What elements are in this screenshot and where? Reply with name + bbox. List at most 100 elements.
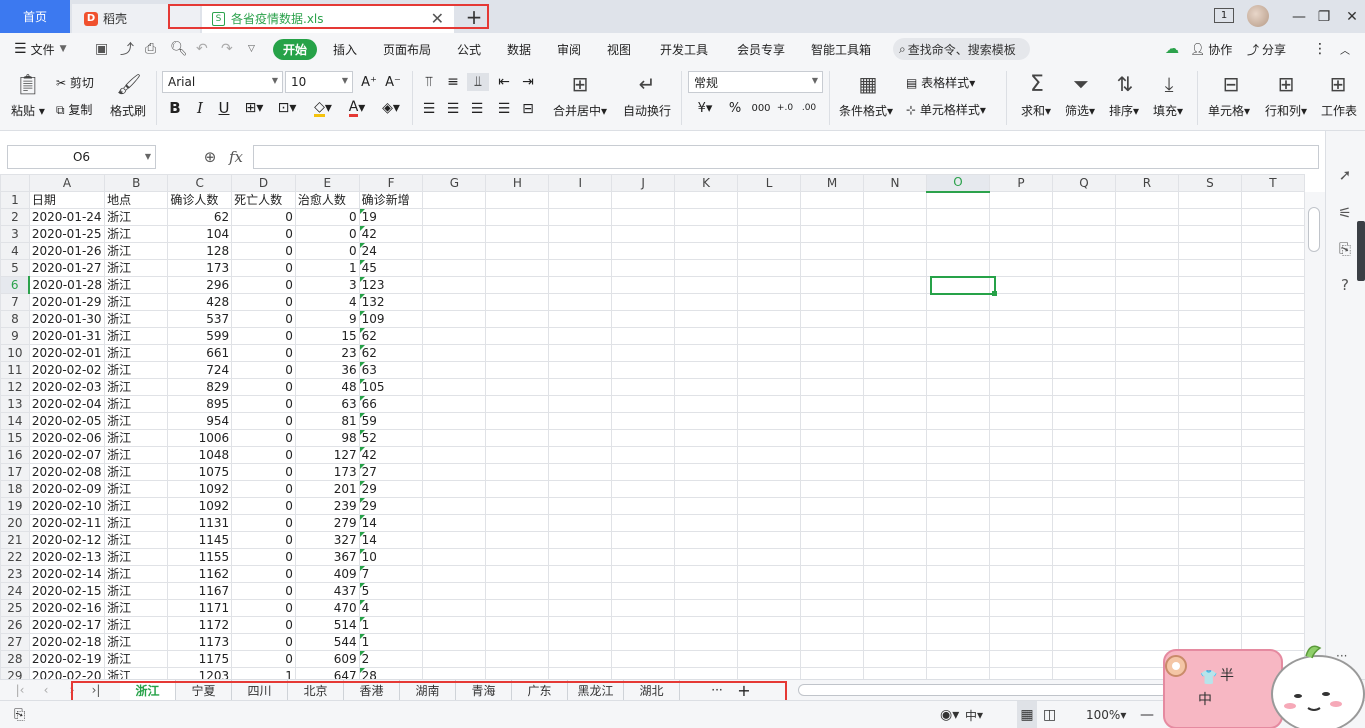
cell[interactable] (1240, 191, 1305, 209)
cell[interactable]: 132 (358, 293, 424, 311)
cell[interactable] (1114, 497, 1179, 515)
sheet-tab[interactable]: 广东 (512, 680, 568, 701)
horizontal-scrollbar[interactable] (798, 684, 1168, 696)
cell[interactable] (611, 208, 676, 226)
cell[interactable]: 日期 (28, 191, 106, 209)
cell[interactable]: 确诊新增 (358, 191, 424, 209)
cell[interactable] (1240, 599, 1305, 617)
cell[interactable]: 2020-02-06 (28, 429, 106, 447)
menu-view[interactable]: 视图 (607, 33, 631, 65)
cell[interactable] (674, 276, 739, 294)
close-tab-icon[interactable]: ✕ (431, 9, 444, 28)
cell[interactable] (863, 327, 928, 345)
cell[interactable]: 0 (231, 242, 296, 260)
cell[interactable] (1177, 599, 1242, 617)
cell[interactable] (485, 361, 550, 379)
cell[interactable]: 浙江 (104, 480, 169, 498)
cell[interactable] (674, 293, 739, 311)
cell[interactable] (800, 327, 865, 345)
cell[interactable] (485, 480, 550, 498)
cell[interactable]: 66 (358, 395, 424, 413)
cell[interactable] (1177, 497, 1242, 515)
cell[interactable] (1051, 582, 1116, 600)
cell[interactable]: 浙江 (104, 548, 169, 566)
cell[interactable] (1240, 565, 1305, 583)
cell[interactable] (926, 344, 990, 362)
cell[interactable] (422, 480, 487, 498)
cell[interactable] (1177, 276, 1242, 294)
collaborate-button[interactable]: 👤︎ 协作 (1190, 33, 1232, 65)
cell[interactable] (422, 565, 487, 583)
cell[interactable] (548, 412, 613, 430)
cell[interactable] (1051, 599, 1116, 617)
cell[interactable] (1051, 242, 1116, 260)
cell[interactable] (674, 412, 739, 430)
cell[interactable] (800, 378, 865, 396)
cell[interactable]: 59 (358, 412, 424, 430)
cell[interactable] (422, 208, 487, 226)
cell[interactable]: 2020-02-07 (28, 446, 106, 464)
cell[interactable] (485, 412, 550, 430)
cell[interactable] (863, 361, 928, 379)
cell[interactable]: 52 (358, 429, 424, 447)
cell[interactable] (989, 548, 1053, 566)
undo-icon[interactable]: ↶ (196, 33, 208, 65)
cell[interactable] (422, 446, 487, 464)
cell[interactable]: 62 (358, 344, 424, 362)
sum-button[interactable]: 求和▾ (1021, 102, 1051, 119)
cell[interactable] (1177, 650, 1242, 668)
cell[interactable] (485, 514, 550, 532)
cell[interactable] (863, 565, 928, 583)
close-window-button[interactable]: ✕ (1336, 0, 1365, 33)
cell[interactable] (1177, 191, 1242, 209)
cell[interactable] (800, 191, 865, 209)
cell[interactable]: 5 (358, 582, 424, 600)
cell[interactable] (611, 497, 676, 515)
cell[interactable] (548, 531, 613, 549)
cell[interactable]: 599 (167, 327, 233, 345)
cell[interactable]: 829 (167, 378, 233, 396)
cell[interactable] (926, 582, 990, 600)
cell[interactable] (1051, 310, 1116, 328)
cell[interactable]: 2020-02-11 (28, 514, 106, 532)
cell[interactable]: 0 (231, 480, 296, 498)
column-header-o[interactable]: O (926, 174, 990, 193)
cell[interactable]: 浙江 (104, 599, 169, 617)
cell[interactable] (548, 480, 613, 498)
cell[interactable]: 死亡人数 (231, 191, 296, 209)
merge-center-icon[interactable]: ⊞ (567, 71, 593, 97)
cell[interactable] (422, 259, 487, 277)
cell[interactable] (1240, 327, 1305, 345)
cell[interactable] (1114, 514, 1179, 532)
cell[interactable] (1114, 599, 1179, 617)
italic-icon[interactable]: I (190, 98, 210, 118)
formula-input[interactable] (253, 145, 1319, 169)
cell[interactable] (863, 412, 928, 430)
row-header[interactable]: 7 (0, 293, 30, 311)
row-header[interactable]: 15 (0, 429, 30, 447)
share-button[interactable]: ⤴ 分享 (1247, 33, 1286, 65)
align-bottom-icon[interactable]: ⫫ (467, 73, 489, 91)
cell[interactable] (674, 310, 739, 328)
cell[interactable]: 2020-02-16 (28, 599, 106, 617)
cell[interactable]: 0 (231, 582, 296, 600)
next-sheet-icon[interactable]: › (64, 682, 80, 698)
row-header[interactable]: 23 (0, 565, 30, 583)
cell[interactable]: 2020-02-18 (28, 633, 106, 651)
increase-decimal-icon[interactable]: +.0 (775, 99, 795, 117)
cell[interactable] (989, 497, 1053, 515)
cell[interactable]: 609 (294, 650, 360, 668)
cell[interactable] (674, 616, 739, 634)
cell[interactable]: 浙江 (104, 259, 169, 277)
cell[interactable] (1240, 633, 1305, 651)
currency-icon[interactable]: ¥▾ (693, 99, 717, 117)
cell[interactable]: 279 (294, 514, 360, 532)
cell[interactable] (611, 276, 676, 294)
cell[interactable]: 浙江 (104, 463, 169, 481)
increase-font-icon[interactable]: A⁺ (358, 72, 380, 92)
cell[interactable] (548, 259, 613, 277)
cell[interactable] (989, 599, 1053, 617)
cell[interactable] (1240, 463, 1305, 481)
cell[interactable] (422, 395, 487, 413)
row-header[interactable]: 18 (0, 480, 30, 498)
